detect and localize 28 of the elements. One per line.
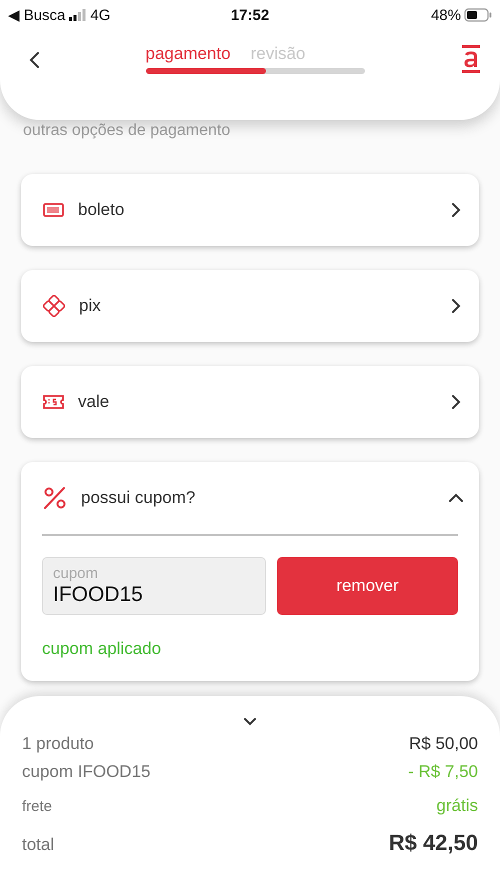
section-title: outras opções de pagamento (23, 121, 232, 141)
summary-label: cupom IFOOD15 (22, 762, 150, 782)
payment-option[interactable]: boleto (21, 174, 479, 246)
summary-value: R$ 42,50 (388, 830, 478, 856)
voucher-icon (43, 395, 64, 409)
summary-value: R$ 50,00 (409, 734, 478, 754)
diamond-logo-icon (43, 295, 65, 317)
battery-icon (464, 8, 492, 22)
summary-value: grátis (436, 796, 478, 816)
summary-label: 1 produto (22, 734, 94, 754)
remove-button[interactable]: remover (277, 557, 458, 615)
payment-option[interactable]: vale (21, 366, 479, 438)
coupon-status: cupom aplicado (42, 639, 162, 659)
summary-value: - R$ 7,50 (408, 762, 478, 782)
coupon-toggle[interactable]: possui cupom? (21, 462, 479, 534)
step-tab[interactable]: pagamento (146, 44, 231, 64)
coupon-field[interactable]: cupom IFOOD15 (42, 557, 266, 615)
percent-icon (43, 486, 67, 510)
network-type: 4G (90, 6, 110, 24)
summary-label: total (22, 835, 54, 855)
store-logo-icon (462, 45, 480, 73)
battery-percent: 48% (430, 6, 461, 24)
clock: 17:52 (230, 6, 270, 24)
payment-option[interactable]: pix (21, 270, 479, 342)
signal-icon (69, 9, 86, 21)
back-to-app-link[interactable]: ◀ Busca (8, 6, 66, 24)
barcode-ticket-icon (43, 203, 64, 217)
summary-label: frete (22, 798, 52, 815)
